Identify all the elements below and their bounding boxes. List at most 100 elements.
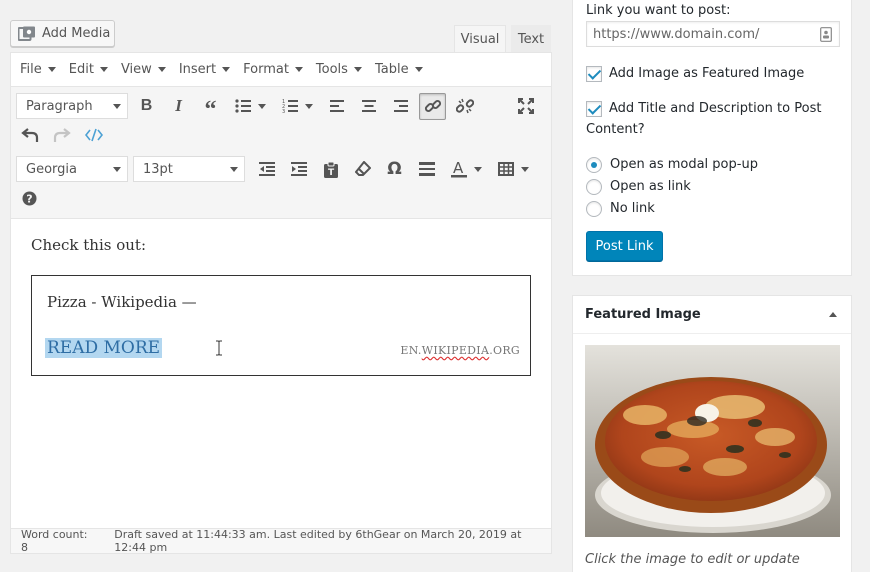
chevron-down-icon: [113, 166, 121, 172]
chevron-down-icon[interactable]: [474, 166, 482, 172]
outdent-button[interactable]: [253, 156, 280, 183]
text-cursor-icon: [216, 340, 222, 356]
chevron-down-icon: [414, 67, 423, 72]
add-media-label: Add Media: [42, 26, 111, 41]
quote-icon: “: [204, 97, 217, 123]
redo-icon: [53, 128, 71, 142]
post-link-button[interactable]: Post Link: [586, 231, 663, 261]
align-left-icon: [329, 100, 344, 112]
numbered-list-icon: 123: [282, 99, 298, 113]
tab-text[interactable]: Text: [511, 25, 551, 53]
bullet-list-button[interactable]: [229, 93, 256, 120]
redo-button[interactable]: [48, 122, 75, 149]
editor-content[interactable]: Check this out: Pizza - Wikipedia — READ…: [11, 220, 551, 529]
menu-tools[interactable]: Tools: [316, 62, 362, 77]
bullet-list-icon: [234, 99, 251, 113]
link-preview-card[interactable]: Pizza - Wikipedia — READ MORE EN.WIKIPED…: [31, 275, 531, 376]
domain-part: EN.: [400, 344, 422, 357]
bold-icon: B: [140, 97, 153, 114]
align-right-button[interactable]: [387, 93, 414, 120]
text-color-button[interactable]: A: [445, 156, 472, 183]
link-field-label: Link you want to post:: [586, 3, 731, 18]
help-button[interactable]: ?: [16, 185, 43, 212]
link-url-input[interactable]: https://www.domain.com/: [586, 21, 840, 47]
indent-button[interactable]: [285, 156, 312, 183]
word-count: Word count: 8: [21, 528, 88, 554]
domain-part-spellcheck: WIKIPEDIA: [421, 344, 490, 357]
svg-text:?: ?: [26, 192, 32, 205]
menu-format[interactable]: Format: [243, 62, 303, 77]
special-character-button[interactable]: Ω: [381, 156, 408, 183]
horizontal-line-icon: [418, 162, 435, 176]
toolbar-row-1: Paragraph B I “ 123: [16, 92, 483, 123]
title-description-checkbox[interactable]: [586, 101, 602, 117]
indent-icon: [290, 162, 307, 176]
link-card-domain: EN.WIKIPEDIA.ORG: [400, 344, 520, 357]
svg-text:A: A: [453, 160, 464, 177]
menu-insert[interactable]: Insert: [179, 62, 231, 77]
tab-visual[interactable]: Visual: [454, 25, 506, 53]
table-button[interactable]: [492, 156, 519, 183]
media-icon: [18, 26, 35, 41]
align-right-icon: [393, 100, 408, 112]
italic-icon: I: [175, 96, 182, 115]
chevron-down-icon: [353, 67, 362, 72]
read-more-link[interactable]: READ MORE: [45, 338, 163, 358]
font-family-value: Georgia: [26, 161, 77, 177]
link-icon: [424, 99, 441, 113]
chevron-down-icon: [294, 67, 303, 72]
italic-button[interactable]: I: [165, 93, 192, 120]
radio-open-as-link[interactable]: [586, 179, 602, 195]
fullscreen-button[interactable]: [512, 92, 539, 119]
featured-image-thumbnail[interactable]: [585, 345, 840, 537]
featured-image-checkbox[interactable]: [586, 66, 602, 82]
link-post-panel: Link you want to post: https://www.domai…: [572, 0, 852, 276]
undo-button[interactable]: [16, 122, 43, 149]
menu-label: File: [20, 62, 42, 77]
domain-part: .ORG: [489, 344, 520, 357]
font-family-select[interactable]: Georgia: [16, 156, 128, 182]
clipboard-icon: T: [323, 161, 338, 178]
help-icon: ?: [22, 191, 37, 205]
chevron-down-icon[interactable]: [305, 103, 313, 109]
toolbar-row-3: Georgia 13pt T Ω A: [16, 155, 533, 183]
outdent-icon: [258, 162, 275, 176]
link-card-title: Pizza - Wikipedia —: [47, 293, 197, 311]
radio-modal-popup[interactable]: [586, 157, 602, 173]
menu-table[interactable]: Table: [375, 62, 423, 77]
chevron-down-icon[interactable]: [258, 103, 266, 109]
bold-button[interactable]: B: [133, 93, 160, 120]
featured-image-title: Featured Image: [585, 307, 701, 322]
title-description-option-label: Add Title and Description to Post: [609, 101, 822, 116]
text-color-icon: A: [450, 160, 467, 178]
blockquote-button[interactable]: “: [197, 93, 224, 123]
menu-edit[interactable]: Edit: [69, 62, 108, 77]
featured-image-option-label: Add Image as Featured Image: [609, 66, 805, 81]
radio-no-link[interactable]: [586, 201, 602, 217]
featured-image-caption: Click the image to edit or update: [585, 552, 800, 567]
insert-link-button[interactable]: [419, 92, 446, 120]
menu-file[interactable]: File: [20, 62, 56, 77]
undo-icon: [20, 128, 38, 142]
code-tag-button[interactable]: [80, 122, 107, 149]
remove-link-button[interactable]: [451, 93, 478, 120]
unlink-icon: [455, 98, 474, 114]
omega-icon: Ω: [387, 159, 402, 179]
numbered-list-button[interactable]: 123: [276, 93, 303, 120]
paste-text-button[interactable]: T: [317, 156, 344, 183]
block-format-select[interactable]: Paragraph: [16, 93, 128, 119]
editor-status-bar: Word count: 8 Draft saved at 11:44:33 am…: [11, 528, 551, 554]
chevron-down-icon[interactable]: [521, 166, 529, 172]
font-size-select[interactable]: 13pt: [133, 156, 245, 182]
radio-open-as-link-label: Open as link: [610, 179, 691, 194]
clear-formatting-button[interactable]: [349, 156, 376, 183]
contact-card-icon: [820, 27, 832, 42]
editor-toolbar: Paragraph B I “ 123 Georgia 13pt T Ω A ?: [11, 86, 551, 219]
align-left-button[interactable]: [323, 93, 350, 120]
horizontal-line-button[interactable]: [413, 156, 440, 183]
align-center-button[interactable]: [355, 93, 382, 120]
collapse-arrow-icon[interactable]: [829, 312, 837, 317]
featured-image-header[interactable]: Featured Image: [573, 296, 851, 334]
menu-view[interactable]: View: [121, 62, 166, 77]
add-media-button[interactable]: Add Media: [10, 20, 115, 47]
